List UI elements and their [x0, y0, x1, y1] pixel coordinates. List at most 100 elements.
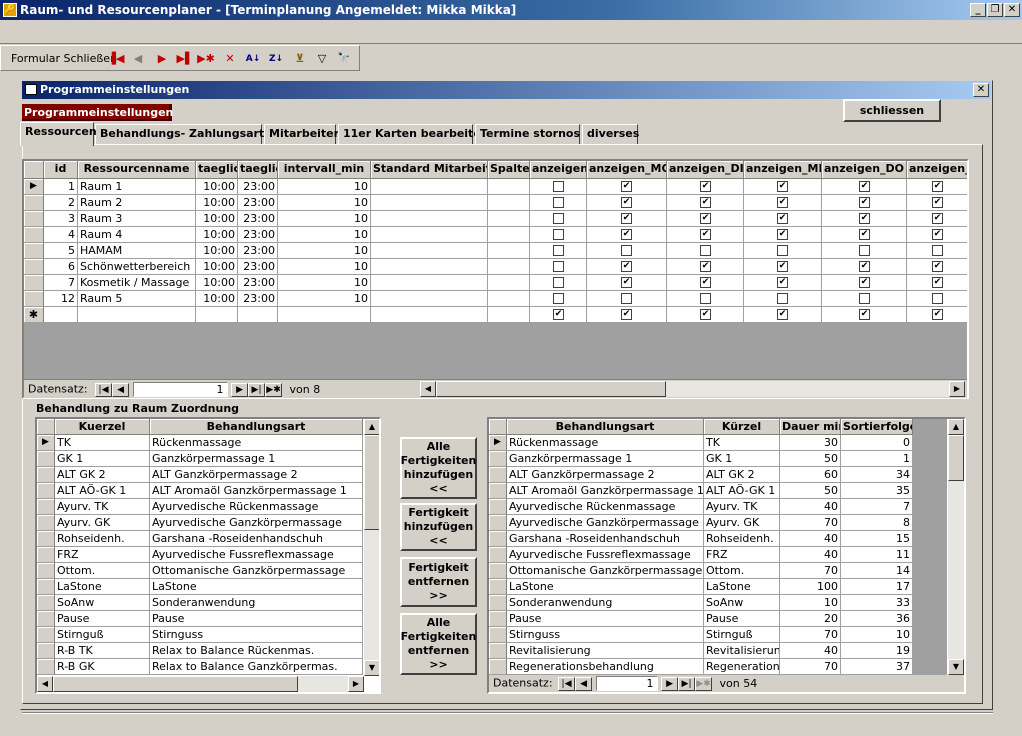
list-item[interactable]: Pause: [507, 611, 704, 627]
remove-skill-button[interactable]: Fertigkeit entfernen >>: [400, 557, 477, 607]
list-item[interactable]: Ayurvedische Rückenmassage: [507, 499, 704, 515]
new-row-cell[interactable]: [278, 307, 371, 323]
column-header[interactable]: intervall_min: [278, 161, 371, 179]
row-selector[interactable]: ▶: [489, 435, 507, 451]
table-cell[interactable]: HAMAM: [78, 243, 196, 259]
list-item[interactable]: 70: [780, 627, 841, 643]
list-item[interactable]: 7: [841, 499, 913, 515]
find-binoculars-icon[interactable]: 🔭: [335, 50, 353, 68]
filter-by-selection-icon[interactable]: ⊻: [291, 50, 309, 68]
nav-last-button[interactable]: ▶|: [248, 382, 266, 397]
checked-checkbox[interactable]: ✔: [932, 181, 943, 192]
checked-checkbox[interactable]: ✔: [700, 309, 711, 320]
list-item[interactable]: Ottom.: [55, 563, 150, 579]
table-cell[interactable]: 23:00: [238, 179, 278, 195]
row-selector[interactable]: [489, 547, 507, 563]
resources-hscrollbar[interactable]: ◀ ▶: [420, 381, 965, 397]
scroll-thumb[interactable]: [364, 435, 379, 530]
list-item[interactable]: ALT GK 2: [704, 467, 780, 483]
row-selector[interactable]: [37, 483, 55, 499]
next-record-icon[interactable]: ▶: [153, 50, 171, 68]
tab-termine-stornos[interactable]: Termine stornos: [475, 124, 580, 144]
table-cell[interactable]: 10: [278, 195, 371, 211]
new-row-cell[interactable]: [196, 307, 238, 323]
tab-behandlungs-zahlungsarten[interactable]: Behandlungs- Zahlungsarten: [95, 124, 280, 144]
table-cell[interactable]: 4: [44, 227, 78, 243]
nav-new-button[interactable]: ▶✱: [695, 676, 713, 691]
list-item[interactable]: 50: [780, 451, 841, 467]
checked-checkbox[interactable]: ✔: [621, 309, 632, 320]
table-cell[interactable]: Raum 5: [78, 291, 196, 307]
list-item[interactable]: LaStone: [55, 579, 150, 595]
checked-checkbox[interactable]: ✔: [777, 197, 788, 208]
list-item[interactable]: LaStone: [150, 579, 363, 595]
unchecked-checkbox[interactable]: [932, 293, 943, 304]
tab-mitarbeiter[interactable]: Mitarbeiter: [264, 124, 339, 144]
delete-record-icon[interactable]: ✕: [221, 50, 239, 68]
list-item[interactable]: 40: [780, 531, 841, 547]
row-selector[interactable]: [24, 259, 44, 275]
checked-checkbox[interactable]: ✔: [859, 181, 870, 192]
list-item[interactable]: TK: [704, 435, 780, 451]
left-hscrollbar[interactable]: ◀ ▶: [37, 676, 364, 692]
scroll-down-button[interactable]: ▼: [364, 660, 379, 676]
table-cell[interactable]: 5: [44, 243, 78, 259]
row-selector[interactable]: [24, 195, 44, 211]
list-item[interactable]: Pause: [55, 611, 150, 627]
unchecked-checkbox[interactable]: [700, 245, 711, 256]
row-selector[interactable]: [489, 451, 507, 467]
checked-checkbox[interactable]: ✔: [777, 213, 788, 224]
checked-checkbox[interactable]: ✔: [700, 181, 711, 192]
list-item[interactable]: 60: [780, 467, 841, 483]
table-cell[interactable]: [371, 291, 488, 307]
list-item[interactable]: Sonderanwendung: [150, 595, 363, 611]
checked-checkbox[interactable]: ✔: [859, 213, 870, 224]
column-header[interactable]: anzeigen_DO: [822, 161, 907, 179]
checked-checkbox[interactable]: ✔: [859, 229, 870, 240]
list-item[interactable]: GK 1: [55, 451, 150, 467]
unchecked-checkbox[interactable]: [859, 245, 870, 256]
list-item[interactable]: 14: [841, 563, 913, 579]
new-row-cell[interactable]: [78, 307, 196, 323]
column-header[interactable]: Behandlungsart: [150, 419, 363, 435]
column-header[interactable]: anzeigen_: [907, 161, 967, 179]
unchecked-checkbox[interactable]: [777, 293, 788, 304]
unchecked-checkbox[interactable]: [700, 293, 711, 304]
list-item[interactable]: Sonderanwendung: [507, 595, 704, 611]
scroll-down-button[interactable]: ▼: [948, 659, 964, 675]
row-selector[interactable]: [37, 515, 55, 531]
checked-checkbox[interactable]: ✔: [621, 197, 632, 208]
row-selector[interactable]: ▶: [24, 179, 44, 195]
list-item[interactable]: Rohseidenh.: [704, 531, 780, 547]
previous-record-icon[interactable]: ◀: [129, 50, 147, 68]
checked-checkbox[interactable]: ✔: [859, 197, 870, 208]
scroll-right-button[interactable]: ▶: [348, 676, 364, 692]
checked-checkbox[interactable]: ✔: [777, 229, 788, 240]
close-form-button[interactable]: Formular Schließen: [11, 52, 117, 65]
add-all-skills-button[interactable]: Alle Fertigkeiten hinzufügen <<: [400, 437, 477, 499]
column-header[interactable]: Standard Mitarbeiter: [371, 161, 488, 179]
tab-11er-karten[interactable]: 11er Karten bearbeiten: [338, 124, 489, 144]
list-item[interactable]: Stirnguß: [704, 627, 780, 643]
list-item[interactable]: 15: [841, 531, 913, 547]
first-record-icon[interactable]: ▐◀: [107, 50, 125, 68]
unchecked-checkbox[interactable]: [621, 293, 632, 304]
scroll-thumb[interactable]: [53, 676, 298, 692]
list-item[interactable]: Stirnguss: [150, 627, 363, 643]
row-selector[interactable]: [24, 227, 44, 243]
table-cell[interactable]: [371, 195, 488, 211]
table-cell[interactable]: 10:00: [196, 243, 238, 259]
table-cell[interactable]: Raum 2: [78, 195, 196, 211]
column-header[interactable]: Ressourcenname: [78, 161, 196, 179]
table-cell[interactable]: 23:00: [238, 227, 278, 243]
unchecked-checkbox[interactable]: [859, 293, 870, 304]
list-item[interactable]: Ayurv. TK: [55, 499, 150, 515]
unchecked-checkbox[interactable]: [553, 181, 564, 192]
nav-prev-button[interactable]: ◀: [112, 382, 130, 397]
list-item[interactable]: Ayurv. GK: [55, 515, 150, 531]
scroll-left-button[interactable]: ◀: [420, 381, 436, 397]
checked-checkbox[interactable]: ✔: [700, 277, 711, 288]
row-selector[interactable]: [489, 659, 507, 675]
row-selector[interactable]: [489, 611, 507, 627]
list-item[interactable]: 8: [841, 515, 913, 531]
